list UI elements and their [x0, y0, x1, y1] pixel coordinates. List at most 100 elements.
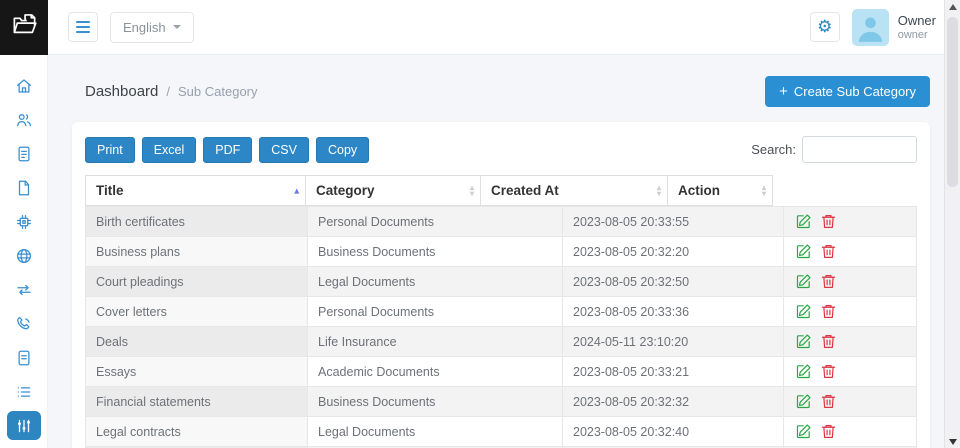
delete-row-button[interactable] [819, 302, 838, 321]
edit-row-button[interactable] [794, 272, 813, 291]
scrollbar-thumb[interactable] [947, 17, 958, 187]
cell-title: Legal contracts [86, 417, 308, 447]
sidebar-item-web[interactable] [7, 241, 41, 270]
cell-title: Birth certificates [86, 207, 308, 237]
table-header: Title▴Category▴▾Created At▴▾Action▴▾ [85, 175, 917, 206]
edit-icon [795, 393, 812, 410]
cell-category: Business Documents [308, 387, 563, 417]
scroll-up-arrow-icon[interactable] [949, 4, 957, 10]
breadcrumb-dashboard-link[interactable]: Dashboard [85, 83, 158, 100]
delete-row-button[interactable] [819, 362, 838, 381]
edit-icon [795, 303, 812, 320]
sidebar-item-users[interactable] [7, 105, 41, 134]
file-icon [15, 179, 33, 197]
scrollbar[interactable] [944, 0, 960, 448]
cell-category: Personal Documents [308, 207, 563, 237]
column-header-title[interactable]: Title▴ [86, 176, 306, 206]
cell-title: Financial statements [86, 387, 308, 417]
cpu-icon [15, 213, 33, 231]
sidebar-item-documents[interactable] [7, 139, 41, 168]
document-icon [15, 349, 33, 367]
column-header-category[interactable]: Category▴▾ [306, 176, 481, 206]
cell-created-at: 2024-05-11 23:10:20 [563, 327, 784, 357]
delete-row-button[interactable] [819, 242, 838, 261]
cell-category: Personal Documents [308, 297, 563, 327]
cell-category: Legal Documents [308, 267, 563, 297]
edit-icon [795, 273, 812, 290]
language-label: English [123, 20, 166, 35]
delete-row-button[interactable] [819, 422, 838, 441]
edit-row-button[interactable] [794, 302, 813, 321]
delete-row-button[interactable] [819, 212, 838, 231]
cell-category: Legal Documents [308, 417, 563, 447]
cell-title: Essays [86, 357, 308, 387]
cell-category: Life Insurance [308, 327, 563, 357]
column-header-action[interactable]: Action▴▾ [668, 176, 773, 206]
cell-action [784, 267, 917, 297]
scroll-down-arrow-icon[interactable] [949, 439, 957, 445]
sidebar-item-home[interactable] [7, 71, 41, 100]
users-icon [15, 111, 33, 129]
breadcrumb-separator: / [166, 84, 170, 99]
delete-icon [820, 393, 837, 410]
delete-icon [820, 213, 837, 230]
edit-row-button[interactable] [794, 332, 813, 351]
sidebar-item-transfer[interactable] [7, 275, 41, 304]
delete-row-button[interactable] [819, 332, 838, 351]
gear-icon: ⚙ [817, 17, 832, 37]
cell-title: Business plans [86, 237, 308, 267]
create-button-label: Create Sub Category [794, 84, 916, 99]
sort-both-icon: ▴▾ [762, 185, 766, 197]
settings-button[interactable]: ⚙ [810, 12, 840, 42]
column-header-created-at[interactable]: Created At▴▾ [481, 176, 668, 206]
sidebar-item-category[interactable] [7, 377, 41, 406]
edit-row-button[interactable] [794, 422, 813, 441]
cell-category: Academic Documents [308, 357, 563, 387]
cell-created-at: 2023-08-05 20:32:40 [563, 417, 784, 447]
language-dropdown[interactable]: English [110, 12, 194, 43]
cell-action [784, 387, 917, 417]
edit-icon [795, 423, 812, 440]
csv-button[interactable]: CSV [259, 137, 309, 163]
delete-icon [820, 273, 837, 290]
sidebar-item-system[interactable] [7, 207, 41, 236]
excel-button[interactable]: Excel [142, 137, 197, 163]
pdf-button[interactable]: PDF [203, 137, 252, 163]
cell-created-at: 2023-08-05 20:32:20 [563, 237, 784, 267]
sidebar-item-calls[interactable] [7, 309, 41, 338]
sort-both-icon: ▴▾ [470, 185, 474, 197]
edit-row-button[interactable] [794, 242, 813, 261]
sidebar-item-sub-category[interactable] [7, 411, 41, 440]
sidebar [0, 55, 48, 448]
menu-toggle-button[interactable] [68, 12, 98, 42]
delete-row-button[interactable] [819, 392, 838, 411]
cell-created-at: 2023-08-05 20:32:50 [563, 267, 784, 297]
cell-category: Business Documents [308, 237, 563, 267]
edit-row-button[interactable] [794, 392, 813, 411]
transfer-icon [15, 281, 33, 299]
delete-row-button[interactable] [819, 272, 838, 291]
cell-action [784, 207, 917, 237]
user-role: owner [898, 29, 936, 41]
sidebar-item-files[interactable] [7, 173, 41, 202]
sub-category-table: Birth certificatesPersonal Documents2023… [85, 206, 917, 448]
cell-action [784, 417, 917, 447]
sidebar-item-reports[interactable] [7, 343, 41, 372]
list-icon [15, 383, 33, 401]
search-input[interactable] [802, 136, 917, 163]
edit-row-button[interactable] [794, 212, 813, 231]
create-sub-category-button[interactable]: + Create Sub Category [765, 76, 930, 107]
app-logo[interactable] [0, 0, 48, 55]
sliders-icon [15, 417, 33, 435]
cell-created-at: 2023-08-05 20:33:36 [563, 297, 784, 327]
user-menu[interactable]: Owner owner [852, 9, 936, 46]
table-row: EssaysAcademic Documents2023-08-05 20:33… [86, 357, 917, 387]
copy-button[interactable]: Copy [316, 137, 369, 163]
print-button[interactable]: Print [85, 137, 135, 163]
edit-icon [795, 243, 812, 260]
folder-document-icon [11, 11, 38, 43]
edit-icon [795, 363, 812, 380]
breadcrumb-current: Sub Category [178, 84, 258, 99]
edit-row-button[interactable] [794, 362, 813, 381]
breadcrumb: Dashboard / Sub Category [85, 83, 258, 100]
